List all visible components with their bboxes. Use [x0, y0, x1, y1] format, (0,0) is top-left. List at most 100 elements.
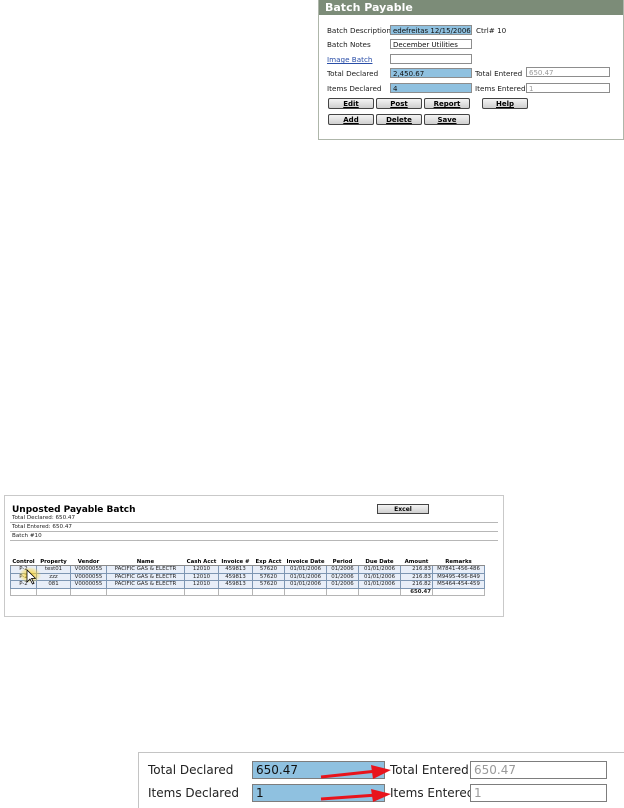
cell: 01/01/2006: [358, 580, 401, 589]
cell: 01/01/2006: [284, 580, 327, 589]
total-amount: 650.47: [400, 587, 433, 596]
total-declared-label: Total Declared: [327, 69, 379, 78]
total-entered-label: Total Entered: [475, 69, 523, 78]
panel-title: Batch Payable: [319, 0, 623, 15]
report-total-entered: Total Entered: 650.47: [12, 524, 72, 530]
column-header: Period: [326, 551, 359, 566]
delete-button[interactable]: Delete: [376, 114, 422, 125]
table-row[interactable]: P-2 test01 V0000055 PACIFIC GAS & ELECTR…: [10, 565, 485, 574]
delete-button-label: Delete: [386, 116, 412, 124]
cell: [218, 587, 253, 596]
column-header: Vendor: [70, 551, 107, 566]
cell: [10, 587, 37, 596]
zoom-total-declared-label: Total Declared: [148, 763, 234, 777]
red-arrow-icon: [320, 765, 391, 802]
cell: [252, 587, 285, 596]
cell: M5464-454-459: [432, 580, 485, 589]
unposted-batch-report: Unposted Payable Batch Excel Total Decla…: [4, 495, 504, 617]
batch-description-field[interactable]: edefreitas 12/15/2006: [390, 25, 472, 35]
total-entered-field: 650.47: [526, 67, 610, 77]
cell: 216.82: [400, 580, 433, 589]
zoom-total-entered-label: Total Entered: [390, 763, 469, 777]
column-header: Invoice #: [218, 551, 253, 566]
column-header: Cash Acct: [184, 551, 219, 566]
help-button-label: Help: [495, 100, 515, 108]
save-button[interactable]: Save: [424, 114, 470, 125]
cell: 57620: [252, 580, 285, 589]
zoom-items-entered-field: 1: [470, 784, 607, 802]
report-button-label: Report: [433, 100, 461, 108]
cell: 459813: [218, 572, 253, 581]
report-title: Unposted Payable Batch: [12, 505, 136, 515]
save-button-label: Save: [437, 116, 457, 124]
divider: [10, 522, 498, 523]
cell: 57620: [252, 572, 285, 581]
image-batch-field[interactable]: [390, 54, 472, 64]
cell: 01/2006: [326, 580, 359, 589]
total-row: 650.47: [10, 587, 485, 596]
divider: [10, 531, 498, 532]
column-header: Property: [36, 551, 71, 566]
cell: V0000055: [70, 580, 107, 589]
batch-notes-field[interactable]: December Utilities: [390, 39, 472, 49]
cell: [70, 587, 107, 596]
items-declared-label: Items Declared: [327, 84, 382, 93]
zoomed-callout: Total Declared 650.47 Total Entered 650.…: [138, 752, 624, 808]
cell: [358, 587, 401, 596]
cell: 01/01/2006: [284, 565, 327, 574]
mouse-cursor-icon: [26, 569, 36, 585]
table-header-row: Control Property Vendor Name Cash Acct I…: [10, 551, 485, 566]
items-entered-field: 1: [526, 83, 610, 93]
report-button[interactable]: Report: [424, 98, 470, 109]
cell: [326, 587, 359, 596]
cell: 01/01/2006: [358, 565, 401, 574]
cell: [284, 587, 327, 596]
cell: 216.83: [400, 565, 433, 574]
column-header: Name: [106, 551, 185, 566]
table-row[interactable]: P-2 081 V0000055 PACIFIC GAS & ELECTR 12…: [10, 580, 485, 589]
batch-notes-label: Batch Notes: [327, 40, 371, 49]
cell: PACIFIC GAS & ELECTR: [106, 580, 185, 589]
cell: [184, 587, 219, 596]
column-header: Amount: [400, 551, 433, 566]
total-declared-field[interactable]: 2,450.67: [390, 68, 472, 78]
cell: PACIFIC GAS & ELECTR: [106, 572, 185, 581]
add-button[interactable]: Add: [328, 114, 374, 125]
cell: [106, 587, 185, 596]
cell: 459813: [218, 580, 253, 589]
cell: zzz: [36, 572, 71, 581]
report-total-declared: Total Declared: 650.47: [12, 515, 76, 521]
cell: 12010: [184, 565, 219, 574]
report-batch-number: Batch #10: [12, 533, 42, 539]
cell: M9495-456-849: [432, 572, 485, 581]
cell: 459813: [218, 565, 253, 574]
cell: [432, 587, 485, 596]
add-button-label: Add: [343, 116, 359, 124]
cell: 12010: [184, 580, 219, 589]
cell: V0000055: [70, 572, 107, 581]
image-batch-link[interactable]: Image Batch: [327, 55, 372, 64]
batch-table: Control Property Vendor Name Cash Acct I…: [10, 551, 485, 596]
column-header: Invoice Date: [284, 551, 327, 566]
help-button[interactable]: Help: [482, 98, 528, 109]
cell: V0000055: [70, 565, 107, 574]
items-declared-field[interactable]: 4: [390, 83, 472, 93]
column-header: Due Date: [358, 551, 401, 566]
cell: 01/01/2006: [284, 572, 327, 581]
cell: PACIFIC GAS & ELECTR: [106, 565, 185, 574]
zoom-items-entered-label: Items Entered: [390, 786, 475, 800]
column-header: Control: [10, 551, 37, 566]
zoom-total-entered-field: 650.47: [470, 761, 607, 779]
cell: 57620: [252, 565, 285, 574]
edit-button[interactable]: Edit: [328, 98, 374, 109]
cell: 01/2006: [326, 565, 359, 574]
post-button-label: Post: [390, 100, 408, 108]
post-button[interactable]: Post: [376, 98, 422, 109]
excel-button[interactable]: Excel: [377, 504, 429, 514]
table-row[interactable]: P-2 zzz V0000055 PACIFIC GAS & ELECTR 12…: [10, 572, 485, 581]
cell: 01/01/2006: [358, 572, 401, 581]
batch-description-label: Batch Description: [327, 26, 391, 35]
zoom-items-declared-label: Items Declared: [148, 786, 239, 800]
cell: test01: [36, 565, 71, 574]
column-header: Remarks: [432, 551, 485, 566]
